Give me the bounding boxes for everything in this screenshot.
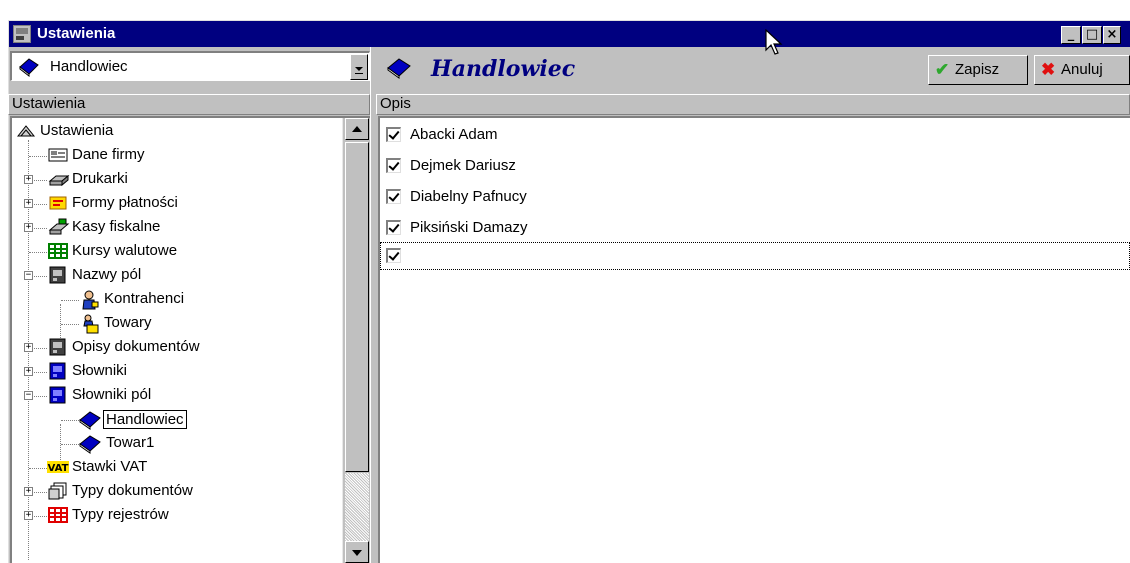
tree-item-label: Formy płatności [72,194,178,211]
tree-item-label: Towar1 [106,434,155,451]
list-column-header[interactable]: Opis [376,94,1130,115]
tree-item-label: Kursy walutowe [72,242,178,259]
tree-item-label: Dane firmy [72,146,145,163]
expand-toggle[interactable]: + [24,199,33,208]
items-list: Abacki Adam Dejmek Dariusz Diabelny Pafn… [378,116,1130,563]
minimize-button[interactable]: _ [1061,26,1081,44]
item-checkbox[interactable] [386,189,401,204]
book-icon [78,410,102,430]
item-checkbox[interactable] [386,127,401,142]
window-title: Ustawienia [37,25,116,42]
expand-toggle[interactable]: + [24,367,33,376]
book-icon [18,57,40,81]
collapse-toggle[interactable]: − [24,271,33,280]
item-checkbox[interactable] [386,158,401,173]
combo-dropdown-button[interactable] [350,54,368,80]
item-checkbox[interactable] [386,220,401,235]
cancel-label: Anuluj [1061,61,1103,78]
checkmark-icon: ✔ [935,60,950,79]
right-header: Handlowiec ✔ Zapisz ✖ Anuluj [376,47,1130,91]
goods-icon [80,314,99,334]
scroll-track[interactable] [345,473,369,541]
book-icon [78,434,102,454]
save-label: Zapisz [955,61,1000,78]
vat-icon: VAT [46,458,70,476]
payment-icon [48,194,67,212]
field-dictionary-icon [48,386,66,404]
tree-item-label: Słowniki pól [72,386,152,403]
scroll-up-button[interactable] [345,118,369,140]
tree-item-label: Nazwy pól [72,266,142,283]
tree-item-label-selected: Handlowiec [103,410,187,429]
settings-tree: Ustawienia Dane firmy + Drukarki + Formy… [10,116,370,563]
list-item[interactable]: Piksiński Damazy [380,213,1130,244]
combo-value: Handlowiec [50,58,128,75]
book-icon [386,57,412,83]
tree-item-label: Opisy dokumentów [72,338,200,355]
field-names-icon [48,266,66,284]
tree-item-label: Kontrahenci [104,290,185,307]
cross-icon: ✖ [1041,60,1056,79]
item-label: Dejmek Dariusz [410,157,516,174]
scroll-thumb[interactable] [345,142,369,472]
cash-register-icon [48,218,70,236]
item-label: Piksiński Damazy [410,219,528,236]
tree-item-label: Stawki VAT [72,458,148,475]
list-item[interactable]: Dejmek Dariusz [380,151,1130,182]
item-label: Diabelny Pafnucy [410,188,527,205]
item-checkbox[interactable] [386,248,401,263]
tree-item-label: Drukarki [72,170,128,187]
document-types-icon [48,482,67,500]
cancel-button[interactable]: ✖ Anuluj [1034,55,1130,85]
list-item[interactable]: Diabelny Pafnucy [380,182,1130,213]
register-types-icon [48,506,68,524]
expand-toggle[interactable]: + [24,223,33,232]
dictionary-icon [48,362,66,380]
list-item-new[interactable] [380,242,1130,270]
tree-item-label: Towary [104,314,152,331]
tree-item-label: Typy dokumentów [72,482,193,499]
collapse-toggle[interactable]: − [24,391,33,400]
tree-vertical-scrollbar[interactable] [342,118,370,563]
settings-root-icon [16,122,36,140]
title-bar[interactable]: Ustawienia _ □ × [9,21,1130,47]
tree-item-label: Słowniki [72,362,128,379]
svg-text:VAT: VAT [48,463,69,474]
document-desc-icon [48,338,66,356]
right-panel: Handlowiec ✔ Zapisz ✖ Anuluj Opis Abacki… [376,47,1130,563]
contractor-icon [80,290,99,310]
settings-combo[interactable]: Handlowiec [10,51,370,81]
currency-grid-icon [48,242,68,260]
printer-icon [48,170,70,188]
company-card-icon [48,146,68,164]
expand-toggle[interactable]: + [24,487,33,496]
expand-toggle[interactable]: + [24,343,33,352]
list-item[interactable]: Abacki Adam [380,120,1130,151]
maximize-button[interactable]: □ [1082,26,1102,44]
mouse-cursor-icon [765,29,783,55]
save-button[interactable]: ✔ Zapisz [928,55,1028,85]
panel-heading: Handlowiec [431,56,576,82]
tree-item-label: Ustawienia [40,122,114,139]
expand-toggle[interactable]: + [24,511,33,520]
expand-toggle[interactable]: + [24,175,33,184]
tree-item-label: Kasy fiskalne [72,218,161,235]
tree-column-header[interactable]: Ustawienia [8,94,370,115]
item-label: Abacki Adam [410,126,498,143]
close-button[interactable]: × [1103,26,1121,44]
left-panel: Handlowiec Ustawienia Ustawienia Dane fi… [8,47,370,563]
tree-item-label: Typy rejestrów [72,506,169,523]
scroll-down-button[interactable] [345,541,369,563]
app-icon [13,25,31,43]
